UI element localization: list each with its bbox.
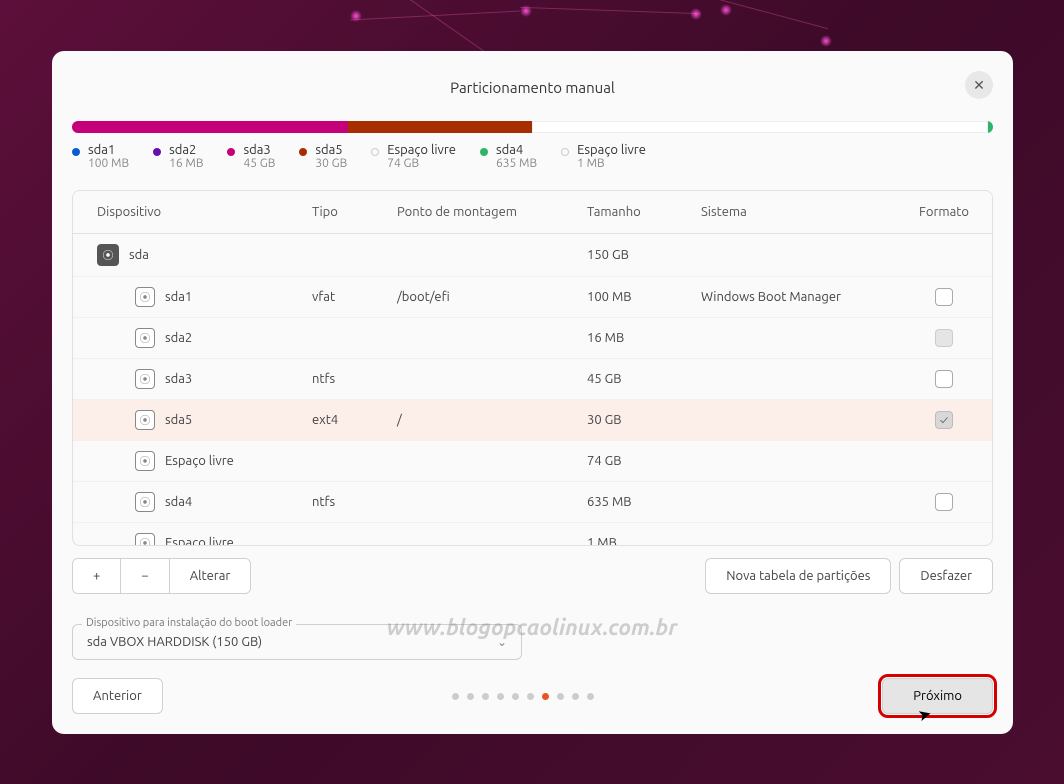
col-header-size: Tamanho <box>587 205 701 219</box>
bootloader-select[interactable]: sda VBOX HARDDISK (150 GB) ⌄ <box>72 624 522 660</box>
close-button[interactable]: ✕ <box>965 71 993 99</box>
table-row[interactable]: ⦿Espaço livre1 MB <box>73 523 992 545</box>
table-row[interactable]: ⦿Espaço livre74 GB <box>73 441 992 482</box>
bootloader-label: Dispositivo para instalação do boot load… <box>82 617 296 629</box>
disk-icon: ⦿ <box>135 410 155 430</box>
col-header-format: Formato <box>920 205 968 219</box>
step-dot <box>467 693 474 700</box>
col-header-type: Tipo <box>312 205 397 219</box>
step-dot <box>452 693 459 700</box>
bootloader-section: Dispositivo para instalação do boot load… <box>72 606 522 660</box>
chevron-down-icon: ⌄ <box>497 635 507 649</box>
dialog-header: Particionamento manual ✕ <box>72 71 993 103</box>
format-checkbox[interactable] <box>935 370 953 388</box>
table-row[interactable]: ⦿sda150 GB <box>73 234 992 277</box>
col-header-system: Sistema <box>701 205 920 219</box>
disk-icon: ⦿ <box>135 287 155 307</box>
table-row[interactable]: ⦿sda4ntfs635 MB <box>73 482 992 523</box>
partition-toolbar: + − Alterar Nova tabela de partições Des… <box>72 558 993 594</box>
change-partition-button[interactable]: Alterar <box>170 559 251 593</box>
table-row[interactable]: ⦿sda1vfat/boot/efi100 MBWindows Boot Man… <box>73 277 992 318</box>
format-checkbox[interactable] <box>935 288 953 306</box>
format-checkbox <box>935 329 953 347</box>
col-header-mount: Ponto de montagem <box>397 205 587 219</box>
table-body[interactable]: ⦿sda150 GB⦿sda1vfat/boot/efi100 MBWindow… <box>73 234 992 545</box>
format-checkbox[interactable]: ✓ <box>935 411 953 429</box>
partition-edit-group: + − Alterar <box>72 558 251 594</box>
remove-partition-button[interactable]: − <box>121 559 169 593</box>
step-dots <box>452 693 594 700</box>
plus-icon: + <box>93 569 100 583</box>
back-button[interactable]: Anterior <box>72 678 163 714</box>
close-icon: ✕ <box>973 77 985 94</box>
table-row[interactable]: ⦿sda5ext4/30 GB✓ <box>73 400 992 441</box>
legend-item: Espaço livre74 GB <box>371 143 456 170</box>
disk-icon: ⦿ <box>135 492 155 512</box>
step-dot <box>482 693 489 700</box>
step-dot <box>557 693 564 700</box>
disk-icon: ⦿ <box>135 369 155 389</box>
legend-item: sda216 MB <box>153 143 203 170</box>
next-button[interactable]: Próximo <box>882 678 993 714</box>
minus-icon: − <box>141 569 148 583</box>
bootloader-value: sda VBOX HARDDISK (150 GB) <box>87 635 262 649</box>
step-dot <box>542 693 549 700</box>
partition-legend: sda1100 MB sda216 MB sda345 GB sda530 GB Esp… <box>72 143 993 170</box>
step-dot <box>587 693 594 700</box>
disk-usage-bar <box>72 121 993 133</box>
add-partition-button[interactable]: + <box>73 559 121 593</box>
step-dot <box>497 693 504 700</box>
legend-item: sda4635 MB <box>480 143 537 170</box>
table-header-row: Dispositivo Tipo Ponto de montagem Taman… <box>73 191 992 234</box>
disk-icon: ⦿ <box>97 244 119 266</box>
disk-icon: ⦿ <box>135 533 155 545</box>
step-dot <box>527 693 534 700</box>
col-header-device: Dispositivo <box>97 205 312 219</box>
step-dot <box>512 693 519 700</box>
partitioning-dialog: Particionamento manual ✕ sda1100 MB sda21… <box>52 51 1013 734</box>
step-dot <box>572 693 579 700</box>
legend-item: sda530 GB <box>299 143 347 170</box>
disk-icon: ⦿ <box>135 451 155 471</box>
new-partition-table-button[interactable]: Nova tabela de partições <box>705 558 891 594</box>
partition-table: Dispositivo Tipo Ponto de montagem Taman… <box>72 190 993 546</box>
table-row[interactable]: ⦿sda216 MB <box>73 318 992 359</box>
dialog-footer: Anterior Próximo <box>72 678 993 714</box>
table-row[interactable]: ⦿sda3ntfs45 GB <box>73 359 992 400</box>
legend-item: Espaço livre1 MB <box>561 143 646 170</box>
undo-button[interactable]: Desfazer <box>899 558 993 594</box>
legend-item: sda1100 MB <box>72 143 129 170</box>
dialog-title: Particionamento manual <box>450 79 615 96</box>
legend-item: sda345 GB <box>227 143 275 170</box>
format-checkbox[interactable] <box>935 493 953 511</box>
disk-icon: ⦿ <box>135 328 155 348</box>
